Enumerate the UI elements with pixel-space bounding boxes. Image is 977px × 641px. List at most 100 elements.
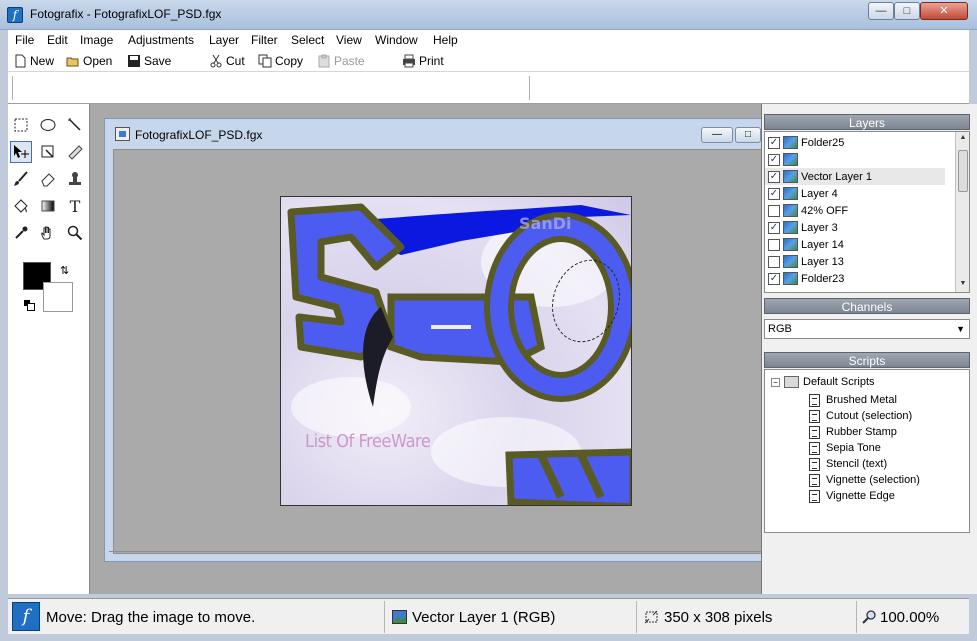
layer-name: Layer 14 — [801, 238, 844, 251]
layer-row[interactable]: 42% OFF — [765, 202, 945, 219]
clone-stamp-icon[interactable] — [64, 168, 86, 190]
menu-layer[interactable]: Layer — [209, 33, 239, 47]
layer-name: Layer 13 — [801, 255, 844, 268]
brush-icon[interactable] — [10, 168, 32, 190]
maximize-button[interactable]: □ — [894, 2, 920, 20]
layers-scrollbar[interactable]: ▲ ▼ — [955, 132, 969, 292]
options-separator — [12, 76, 13, 100]
scroll-down-icon[interactable]: ▼ — [958, 280, 968, 290]
layer-row[interactable]: ✓ — [765, 151, 945, 168]
app-icon[interactable]: f — [7, 7, 23, 23]
layer-row[interactable]: ✓ Folder23 — [765, 270, 945, 287]
script-item[interactable]: Vignette (selection) — [809, 472, 920, 488]
menu-edit[interactable]: Edit — [47, 33, 68, 47]
image-size-icon — [644, 610, 658, 624]
script-file-icon — [809, 425, 820, 439]
menu-file[interactable]: File — [15, 33, 34, 47]
layer-visibility-checkbox[interactable]: ✓ — [768, 221, 780, 234]
script-label: Vignette Edge — [826, 490, 895, 502]
magic-wand-icon[interactable] — [64, 114, 86, 136]
menu-window[interactable]: Window — [375, 33, 418, 47]
text-icon[interactable]: T — [64, 195, 86, 217]
minimize-button[interactable]: — — [868, 2, 894, 20]
copy-button[interactable]: Copy — [258, 53, 303, 69]
layer-row[interactable]: Layer 14 — [765, 236, 945, 253]
layer-visibility-checkbox[interactable]: ✓ — [768, 153, 780, 166]
layers-panel-header[interactable]: Layers — [764, 114, 970, 130]
paste-clipboard-icon — [318, 54, 330, 68]
fill-bucket-icon[interactable] — [10, 195, 32, 217]
rect-select-icon[interactable] — [10, 114, 32, 136]
hand-icon[interactable] — [37, 222, 59, 244]
move-icon[interactable] — [10, 141, 32, 163]
document-maximize-button[interactable]: □ — [735, 127, 761, 143]
ellipse-select-icon[interactable] — [37, 114, 59, 136]
eyedropper-icon[interactable] — [10, 222, 32, 244]
open-button[interactable]: Open — [66, 53, 112, 69]
layer-visibility-checkbox[interactable] — [768, 238, 780, 251]
layer-row[interactable]: ✓ Layer 4 — [765, 185, 945, 202]
script-file-icon — [809, 393, 820, 407]
status-separator — [384, 601, 385, 633]
layer-name: Vector Layer 1 — [801, 170, 872, 183]
layer-row[interactable]: ✓ Folder25 — [765, 134, 945, 151]
document-border — [109, 551, 761, 552]
script-item[interactable]: Sepia Tone — [809, 440, 881, 456]
print-button[interactable]: Print — [402, 53, 444, 69]
document-title: FotografixLOF_PSD.fgx — [135, 128, 263, 142]
scripts-tree: − Default Scripts Brushed Metal Cutout (… — [764, 369, 970, 533]
script-item[interactable]: Cutout (selection) — [809, 408, 912, 424]
menu-help[interactable]: Help — [433, 33, 458, 47]
printer-icon — [403, 54, 415, 68]
scissors-icon — [210, 54, 222, 68]
layer-row-selected[interactable]: ✓ Vector Layer 1 — [765, 168, 945, 185]
script-item[interactable]: Stencil (text) — [809, 456, 887, 472]
cut-button[interactable]: Cut — [209, 53, 245, 69]
menu-view[interactable]: View — [336, 33, 362, 47]
script-item[interactable]: Brushed Metal — [809, 392, 897, 408]
svg-text:SanDi: SanDi — [519, 214, 571, 233]
new-button[interactable]: New — [13, 53, 54, 69]
script-item[interactable]: Rubber Stamp — [809, 424, 897, 440]
eraser-icon[interactable] — [37, 168, 59, 190]
menu-select[interactable]: Select — [291, 33, 324, 47]
menu-image[interactable]: Image — [80, 33, 113, 47]
layer-thumbnail — [783, 153, 798, 166]
status-separator — [636, 601, 637, 633]
background-color-swatch[interactable] — [43, 282, 73, 312]
channels-panel-header[interactable]: Channels — [764, 298, 970, 314]
layer-row[interactable]: Layer 13 — [765, 253, 945, 270]
scrollbar-thumb[interactable] — [958, 150, 968, 192]
swap-colors-icon[interactable]: ⇅ — [60, 264, 69, 277]
image-canvas[interactable]: SanDi List Of FreeWare — [280, 196, 632, 506]
zoom-icon[interactable] — [64, 222, 86, 244]
layer-visibility-checkbox[interactable] — [768, 255, 780, 268]
collapse-icon[interactable]: − — [771, 377, 780, 387]
layer-visibility-checkbox[interactable]: ✓ — [768, 170, 780, 183]
gradient-icon[interactable] — [37, 195, 59, 217]
scripts-root-node[interactable]: − Default Scripts — [771, 376, 875, 388]
layer-row[interactable]: ✓ Layer 3 — [765, 219, 945, 236]
layer-visibility-checkbox[interactable] — [768, 204, 780, 217]
menu-adjustments[interactable]: Adjustments — [128, 33, 194, 47]
layers-list: ✓ Folder25 ✓ ✓ Vector Layer 1 ✓ Layer 4 … — [764, 131, 970, 293]
crop-icon[interactable] — [37, 141, 59, 163]
save-button[interactable]: Save — [127, 53, 171, 69]
layer-visibility-checkbox[interactable]: ✓ — [768, 187, 780, 200]
layer-visibility-checkbox[interactable]: ✓ — [768, 272, 780, 285]
paste-button[interactable]: Paste — [317, 53, 365, 69]
cut-label: Cut — [226, 54, 245, 68]
measure-icon[interactable] — [64, 141, 86, 163]
script-item[interactable]: Vignette Edge — [809, 488, 895, 504]
close-button[interactable]: ✕ — [920, 2, 968, 20]
status-separator — [856, 601, 857, 633]
menu-filter[interactable]: Filter — [251, 33, 278, 47]
reset-colors-icon[interactable] — [24, 300, 35, 311]
document-minimize-button[interactable]: — — [701, 127, 733, 143]
layer-visibility-checkbox[interactable]: ✓ — [768, 136, 780, 149]
title-bar: f Fotografix - FotografixLOF_PSD.fgx — □… — [0, 0, 977, 30]
channels-dropdown[interactable]: RGB ▼ — [764, 319, 970, 339]
scripts-panel-header[interactable]: Scripts — [764, 352, 970, 368]
open-folder-icon — [66, 57, 79, 67]
scroll-up-icon[interactable]: ▲ — [958, 134, 968, 144]
